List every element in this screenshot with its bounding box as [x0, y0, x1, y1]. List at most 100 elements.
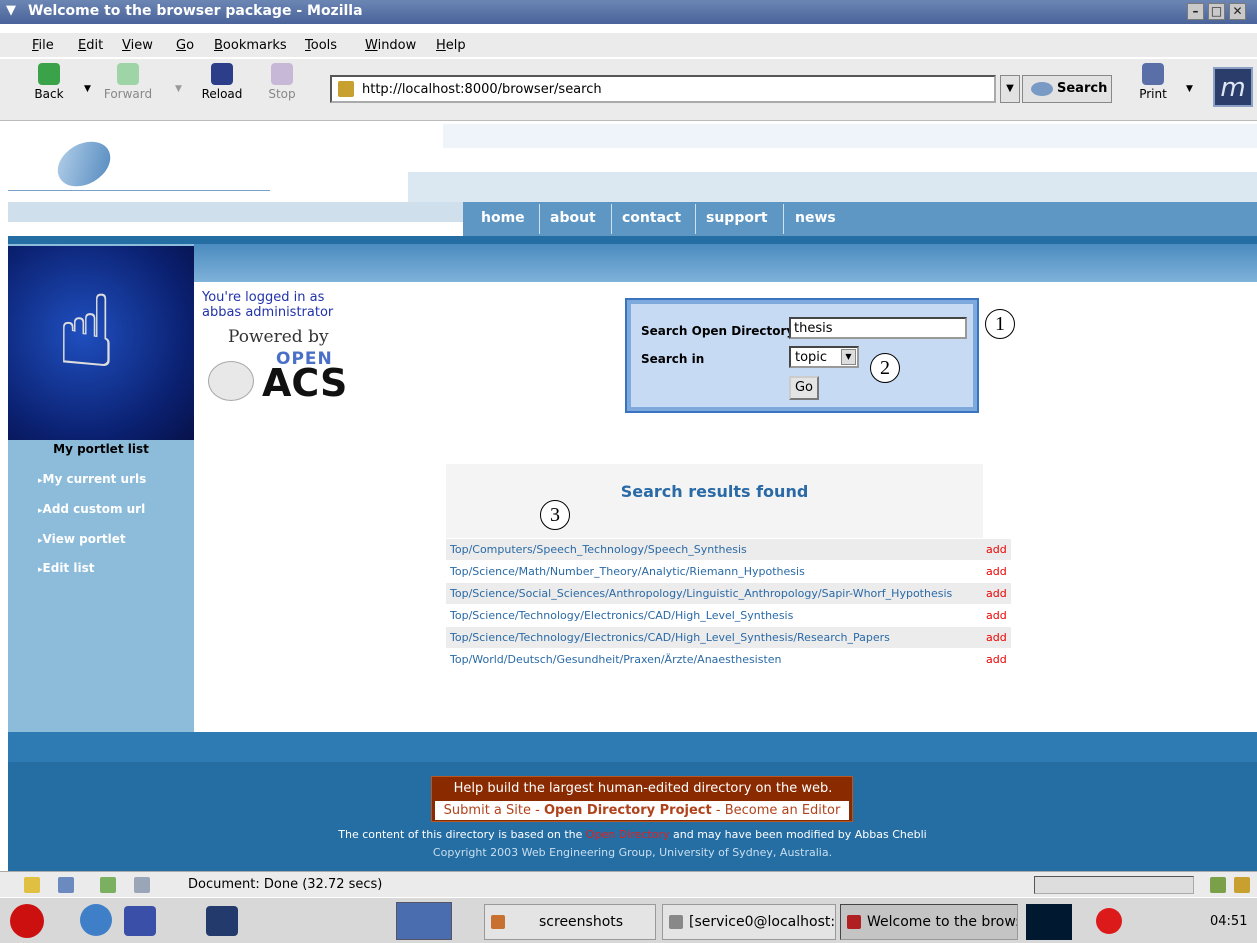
nav-about[interactable]: about — [550, 210, 596, 226]
progress-bar — [1034, 876, 1194, 894]
window-titlebar[interactable]: ▼ Welcome to the browser package - Mozil… — [0, 0, 1257, 24]
portlet-edit-list[interactable]: Edit list — [38, 561, 95, 575]
add-link[interactable]: add — [986, 587, 1007, 600]
portlet-title: My portlet list — [53, 442, 149, 456]
url-bar[interactable]: http://localhost:8000/browser/search — [330, 75, 996, 103]
maximize-icon[interactable]: □ — [1208, 3, 1225, 20]
window-title: Welcome to the browser package - Mozilla — [28, 3, 363, 19]
back-arrow-icon — [38, 63, 60, 85]
dog-mascot-icon — [208, 361, 254, 401]
taskbar-item-mozilla[interactable]: Welcome to the brow: — [840, 904, 1018, 940]
callout-1: 1 — [985, 309, 1015, 339]
back-button[interactable]: Back — [24, 63, 74, 101]
copyright: Copyright 2003 Web Engineering Group, Un… — [432, 846, 833, 859]
browser-launcher-icon[interactable] — [80, 904, 112, 936]
result-link[interactable]: Top/World/Deutsch/Gesundheit/Praxen/Ärzt… — [450, 653, 782, 666]
subheader-bar — [8, 244, 1257, 282]
add-link[interactable]: add — [986, 609, 1007, 622]
taskbar-item-screenshots[interactable]: screenshots — [484, 904, 656, 940]
alert-icon[interactable] — [1096, 908, 1122, 934]
reload-button[interactable]: Reload — [197, 63, 247, 101]
search-directory-label: Search Open Directory — [641, 324, 795, 338]
add-link[interactable]: add — [986, 653, 1007, 666]
stop-button[interactable]: Stop — [257, 63, 307, 101]
nav-contact[interactable]: contact — [622, 210, 681, 226]
table-row: Top/Science/Technology/Electronics/CAD/H… — [446, 605, 1011, 626]
cpu-monitor[interactable] — [1026, 904, 1072, 940]
nav-support[interactable]: support — [706, 210, 768, 226]
nav-divider — [695, 204, 696, 234]
nav-divider — [611, 204, 612, 234]
portlet-my-current-urls[interactable]: My current urls — [38, 472, 147, 486]
go-button[interactable]: Go — [789, 376, 819, 400]
menu-edit[interactable]: Edit — [78, 38, 103, 53]
online-icon[interactable] — [1210, 877, 1226, 893]
hand-cursor-image: ☝ — [8, 246, 194, 440]
url-history-dropdown[interactable]: ▼ — [1000, 75, 1020, 103]
nav-news[interactable]: news — [795, 210, 836, 226]
odp-link[interactable]: Open Directory Project — [544, 803, 712, 818]
add-link[interactable]: add — [986, 631, 1007, 644]
terminal-window-icon — [669, 915, 683, 929]
callout-3: 3 — [540, 500, 570, 530]
mail-launcher-icon[interactable] — [124, 906, 156, 936]
terminal-icon[interactable] — [206, 906, 238, 936]
window-menu-icon[interactable]: ▼ — [6, 3, 16, 18]
portlet-add-custom-url[interactable]: Add custom url — [38, 502, 146, 516]
taskbar: screenshots [service0@localhost:/ Welcom… — [0, 897, 1257, 943]
result-link[interactable]: Top/Science/Technology/Electronics/CAD/H… — [450, 631, 890, 644]
workspace-switcher[interactable] — [396, 902, 452, 940]
forward-dropdown-icon[interactable]: ▼ — [175, 84, 182, 94]
search-scope-select[interactable]: topic ▼ — [789, 346, 859, 368]
security-lock-icon[interactable] — [1234, 877, 1250, 893]
portlet-view-portlet[interactable]: View portlet — [38, 532, 126, 546]
back-dropdown-icon[interactable]: ▼ — [84, 84, 91, 94]
close-icon[interactable]: ✕ — [1229, 3, 1246, 20]
nav-home[interactable]: home — [481, 210, 525, 226]
menu-help[interactable]: Help — [436, 38, 466, 53]
mozilla-logo-icon[interactable]: m — [1213, 67, 1253, 107]
search-button[interactable]: Search — [1022, 75, 1112, 103]
become-editor-link[interactable]: Become an Editor — [725, 803, 841, 818]
result-link[interactable]: Top/Science/Technology/Electronics/CAD/H… — [450, 609, 793, 622]
menu-file[interactable]: File — [32, 38, 54, 53]
status-bar: Document: Done (32.72 secs) — [0, 871, 1257, 897]
add-link[interactable]: add — [986, 543, 1007, 556]
menu-go[interactable]: Go — [176, 38, 194, 53]
site-logo[interactable] — [49, 132, 119, 196]
menu-window[interactable]: Window — [365, 38, 416, 53]
chevron-down-icon: ▼ — [841, 349, 856, 365]
print-dropdown-icon[interactable]: ▼ — [1186, 84, 1193, 94]
results-panel: Search results found — [446, 464, 983, 538]
result-link[interactable]: Top/Computers/Speech_Technology/Speech_S… — [450, 543, 747, 556]
search-input[interactable]: thesis — [789, 317, 967, 339]
taskbar-item-terminal[interactable]: [service0@localhost:/ — [662, 904, 836, 940]
clock[interactable]: 04:51 — [1210, 914, 1247, 929]
address-book-icon[interactable] — [134, 877, 150, 893]
print-button[interactable]: Print — [1128, 63, 1178, 101]
odp-headline: Help build the largest human-edited dire… — [453, 781, 833, 796]
result-link[interactable]: Top/Science/Math/Number_Theory/Analytic/… — [450, 565, 805, 578]
menu-view[interactable]: View — [122, 38, 153, 53]
submit-site-link[interactable]: Submit a Site — [444, 803, 531, 818]
menu-tools[interactable]: Tools — [305, 38, 337, 53]
taskbar-item-label: [service0@localhost:/ — [689, 914, 836, 930]
result-link[interactable]: Top/Science/Social_Sciences/Anthropology… — [450, 587, 952, 600]
mail-icon[interactable] — [58, 877, 74, 893]
nav-divider — [539, 204, 540, 234]
header-bar — [8, 236, 1257, 244]
add-link[interactable]: add — [986, 565, 1007, 578]
powered-by-label: Powered by — [228, 327, 329, 347]
openacs-logo[interactable]: Powered by OPEN ACS — [208, 327, 348, 405]
link-separator: - — [711, 803, 725, 818]
menu-bookmarks[interactable]: Bookmarks — [214, 38, 287, 53]
composer-icon[interactable] — [100, 877, 116, 893]
reload-icon — [211, 63, 233, 85]
open-directory-link[interactable]: Open Directory — [586, 828, 670, 841]
stop-label: Stop — [268, 87, 296, 101]
mozilla-icon — [847, 915, 861, 929]
forward-button[interactable]: Forward — [103, 63, 153, 101]
minimize-icon[interactable]: – — [1187, 3, 1204, 20]
navigator-icon[interactable] — [24, 877, 40, 893]
redhat-menu-icon[interactable] — [10, 904, 44, 938]
